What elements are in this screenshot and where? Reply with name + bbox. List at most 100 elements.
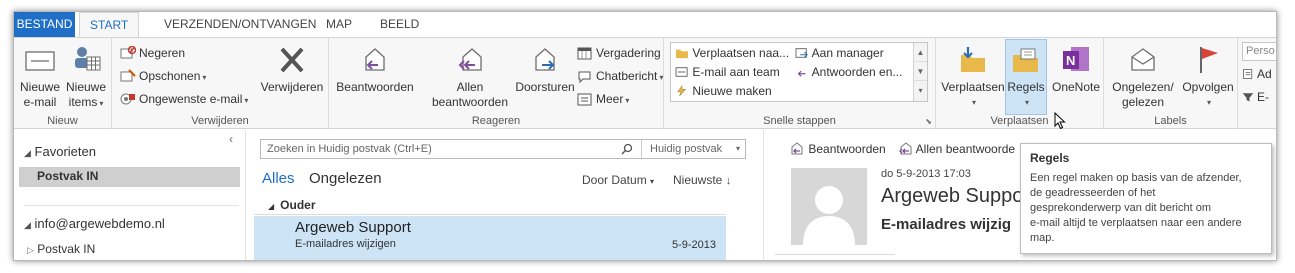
- folder-inbox[interactable]: ▷ Postvak IN: [27, 242, 95, 256]
- ribbon: Nieuwe e-mail Nieuwe items ▾ Nieuw Neger…: [14, 37, 1276, 129]
- quickstep-move-to[interactable]: Verplaatsen naa...: [675, 44, 789, 62]
- quick-steps-scroll[interactable]: ▲ ▼ ▾: [913, 43, 927, 101]
- sort-by-dropdown[interactable]: Door Datum ▾: [582, 173, 654, 187]
- address-book-button[interactable]: Ad: [1242, 64, 1272, 84]
- rules-dropdown-icon: ▾: [1024, 98, 1029, 107]
- search-people-input[interactable]: Perso: [1242, 42, 1276, 61]
- sort-order-button[interactable]: Nieuwste ↓: [673, 173, 731, 187]
- group-snelle-stappen: Verplaatsen naa... E-mail aan team Nieuw…: [664, 38, 936, 129]
- mouse-cursor-icon: [1054, 112, 1066, 130]
- expand-gallery-icon[interactable]: ▾: [914, 81, 927, 100]
- tooltip-line: Een regel maken op basis van de afzender…: [1030, 172, 1242, 184]
- rp-reply-button[interactable]: Beantwoorden: [789, 142, 886, 156]
- scroll-down-icon[interactable]: ▼: [914, 62, 927, 81]
- scroll-up-icon[interactable]: ▲: [914, 43, 927, 62]
- group-verwijderen: Negeren Opschonen ▾ Ongewenste e-mail ▾ Ve…: [112, 38, 329, 129]
- rules-button[interactable]: Regels ▾: [1006, 41, 1046, 110]
- tab-bestand[interactable]: BESTAND: [14, 12, 75, 37]
- move-button[interactable]: Verplaatsen ▾: [940, 41, 1006, 110]
- quickstep-email-team[interactable]: E-mail aan team: [675, 63, 780, 81]
- favorites-header[interactable]: ◢ Favorieten: [24, 144, 96, 159]
- quickstep-reply-delete[interactable]: Antwoorden en...: [795, 63, 902, 81]
- follow-up-button[interactable]: Opvolgen ▾: [1180, 41, 1236, 110]
- new-email-label-1: Nieuwe: [19, 80, 61, 94]
- search-placeholder: Zoeken in Huidig postvak (Ctrl+E): [267, 143, 432, 155]
- forward-button[interactable]: Doorsturen: [509, 41, 581, 95]
- new-email-label-2: e-mail: [23, 95, 57, 109]
- message-row[interactable]: Argeweb Support E-mailadres wijzigen 5-9…: [254, 216, 726, 260]
- junk-icon: [120, 93, 135, 105]
- tooltip-body: Een regel maken op basis van de afzender…: [1030, 171, 1262, 246]
- recipients-row: [775, 254, 895, 260]
- rules-tooltip: Regels Een regel maken op basis van de a…: [1020, 143, 1272, 254]
- tab-start[interactable]: START: [79, 12, 140, 38]
- cleanup-button[interactable]: Opschonen ▾: [120, 66, 206, 86]
- message-subject: E-mailadres wijzigen: [295, 238, 396, 250]
- ignore-icon: [120, 46, 136, 59]
- filter-icon: [1242, 93, 1254, 102]
- reply-button[interactable]: Beantwoorden: [333, 41, 417, 95]
- tooltip-line: de geadresseerden of het: [1030, 187, 1156, 199]
- account-header[interactable]: ◢ info@argewebdemo.nl: [24, 216, 165, 231]
- new-items-button[interactable]: Nieuwe items ▾: [64, 41, 108, 111]
- folder-arrow-icon: [676, 49, 688, 59]
- group-verplaatsen: Verplaatsen ▾ Regels ▾ N OneNote Verplaa…: [936, 38, 1104, 129]
- meeting-button[interactable]: Vergadering: [577, 43, 661, 63]
- chat-icon: [578, 71, 591, 83]
- rp-reply-all-button[interactable]: Allen beantwoorde: [897, 142, 1015, 156]
- group-header-older[interactable]: ◢ Ouder: [254, 195, 726, 215]
- filter-all[interactable]: Alles: [262, 170, 295, 187]
- follow-up-dropdown-icon: ▾: [1206, 98, 1211, 107]
- reply-delete-icon: [797, 70, 806, 77]
- quickstep-to-manager[interactable]: Aan manager: [795, 44, 884, 62]
- lightning-icon: [677, 85, 686, 97]
- ribbon-tabbar: BESTAND START VERZENDEN/ONTVANGEN MAP BE…: [14, 12, 1276, 38]
- search-icon[interactable]: [621, 143, 633, 155]
- filter-email-button[interactable]: E-: [1242, 87, 1269, 107]
- envelope-icon: [25, 51, 55, 71]
- tab-verzenden-ontvangen[interactable]: VERZENDEN/ONTVANGEN: [154, 12, 326, 37]
- reply-all-button[interactable]: Allen beantwoorden: [425, 41, 515, 110]
- collapse-pane-icon[interactable]: ‹: [229, 132, 233, 146]
- onenote-button[interactable]: N OneNote: [1048, 41, 1104, 95]
- tooltip-title: Regels: [1030, 151, 1070, 165]
- reply-all-label-1: Allen: [456, 80, 484, 94]
- forward-label: Doorsturen: [515, 80, 575, 94]
- reading-subject: E-mailadres wijzig: [881, 216, 1012, 233]
- folder-inbox-favorite[interactable]: Postvak IN: [37, 169, 98, 183]
- move-folder-icon: [961, 47, 985, 72]
- new-email-button[interactable]: Nieuwe e-mail: [18, 41, 62, 110]
- group-zoeken: Perso Ad E-: [1238, 38, 1276, 129]
- dialog-launcher-icon[interactable]: ⬊: [925, 117, 932, 126]
- delete-label: Verwijderen: [260, 80, 324, 94]
- search-input[interactable]: Zoeken in Huidig postvak (Ctrl+E) Huidig…: [260, 139, 746, 159]
- rp-reply-icon: [791, 142, 803, 155]
- chat-button[interactable]: Chatbericht ▾: [577, 66, 663, 86]
- ignore-button[interactable]: Negeren: [120, 43, 185, 63]
- read-unread-button[interactable]: Ongelezen/ gelezen: [1106, 41, 1180, 110]
- sender-avatar: [791, 168, 867, 245]
- outlook-window: BESTAND START VERZENDEN/ONTVANGEN MAP BE…: [13, 11, 1277, 261]
- group-label-nieuw: Nieuw: [47, 115, 78, 127]
- reply-all-label-2: beantwoorden: [431, 95, 509, 109]
- reply-all-icon: [458, 48, 482, 71]
- quickstep-new[interactable]: Nieuwe maken: [675, 82, 772, 100]
- follow-up-label: Opvolgen: [1182, 80, 1234, 94]
- more-button[interactable]: Meer ▾: [577, 89, 629, 109]
- read-unread-label-2: gelezen: [1121, 95, 1165, 109]
- reply-icon: [365, 48, 385, 71]
- new-items-label-2: items ▾: [68, 95, 104, 109]
- forward-mail-icon: [795, 48, 808, 58]
- junk-mail-button[interactable]: Ongewenste e-mail ▾: [120, 89, 248, 109]
- tab-map[interactable]: MAP: [316, 12, 362, 37]
- tooltip-line: gesprekonderwerp van dit bericht om: [1030, 202, 1211, 214]
- filter-unread[interactable]: Ongelezen: [309, 170, 382, 187]
- onenote-label: OneNote: [1051, 80, 1101, 94]
- more-icon: [577, 93, 592, 106]
- delete-x-icon: [280, 47, 304, 73]
- search-scope-dropdown[interactable]: Huidig postvak ▾: [641, 140, 746, 158]
- tab-beeld[interactable]: BEELD: [370, 12, 429, 37]
- delete-button[interactable]: Verwijderen: [258, 41, 326, 95]
- read-unread-icon: [1131, 48, 1155, 71]
- message-list-pane: Zoeken in Huidig postvak (Ctrl+E) Huidig…: [254, 130, 747, 260]
